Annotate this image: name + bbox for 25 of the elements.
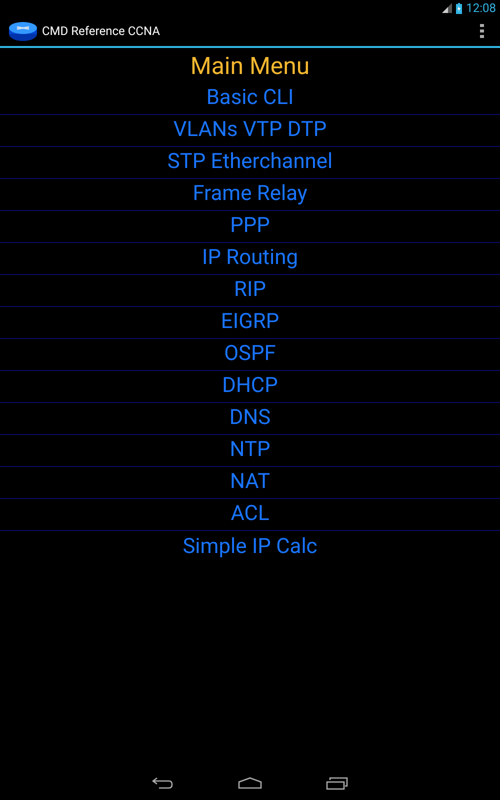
app-icon <box>8 20 38 42</box>
menu-item[interactable]: DNS <box>229 408 271 429</box>
overflow-menu-icon[interactable] <box>480 24 484 38</box>
menu-item[interactable]: STP Etherchannel <box>167 152 333 173</box>
main-menu-heading: Main Menu <box>190 54 310 78</box>
app-title: CMD Reference CCNA <box>42 23 160 40</box>
menu-item[interactable]: Basic CLI <box>206 88 294 109</box>
menu-item[interactable]: PPP <box>230 216 270 237</box>
back-icon[interactable] <box>152 777 174 789</box>
menu-item[interactable]: NAT <box>230 472 270 493</box>
clock: 12:08 <box>466 2 496 14</box>
menu-item[interactable]: RIP <box>234 280 266 301</box>
menu-item[interactable]: VLANs VTP DTP <box>173 120 327 141</box>
menu-item[interactable]: NTP <box>230 440 270 461</box>
menu-item[interactable]: Frame Relay <box>192 184 308 205</box>
menu-item[interactable]: EIGRP <box>220 312 280 333</box>
battery-icon <box>456 2 462 14</box>
menu-item[interactable]: IP Routing <box>202 248 298 269</box>
menu-item[interactable]: Simple IP Calc <box>182 536 318 558</box>
home-icon[interactable] <box>238 777 262 789</box>
menu-item[interactable]: DHCP <box>222 376 278 397</box>
signal-icon <box>442 3 452 13</box>
recent-apps-icon[interactable] <box>326 776 348 790</box>
menu-item[interactable]: ACL <box>230 504 270 525</box>
menu-item[interactable]: OSPF <box>224 344 276 365</box>
